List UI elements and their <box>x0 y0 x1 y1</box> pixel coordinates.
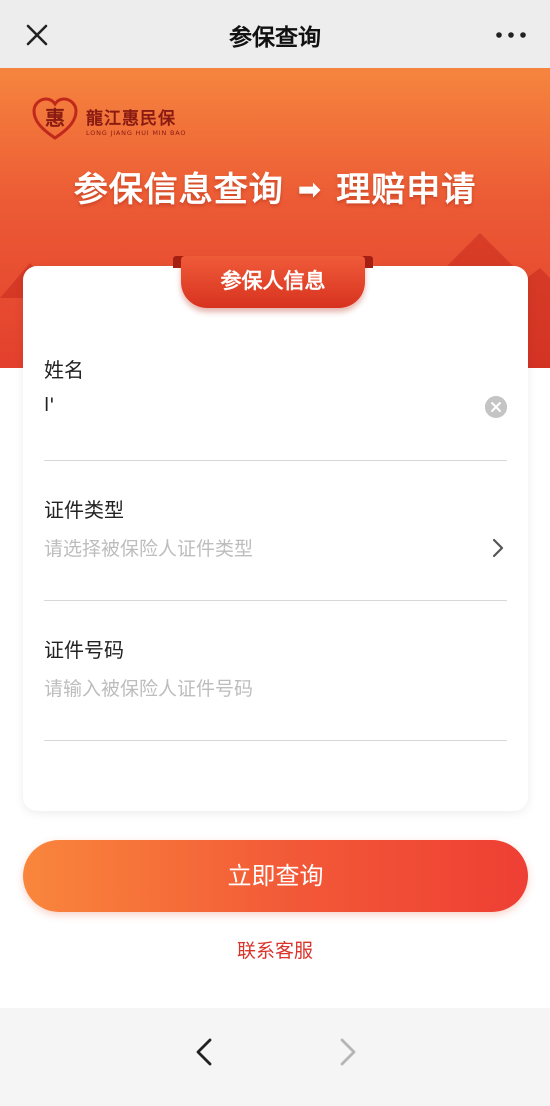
name-field: 姓名 l' <box>44 354 507 464</box>
page-content: 惠 龍江惠民保 LONG JIANG HUI MIN BAO 参保信息查询 ➡ 理赔… <box>0 68 550 1008</box>
logo-chinese-text: 龍江惠民保 <box>86 109 176 129</box>
id-number-input[interactable]: 请输入被保险人证件号码 <box>44 674 507 704</box>
id-type-field[interactable]: 证件类型 请选择被保险人证件类型 <box>44 494 507 604</box>
id-type-label: 证件类型 <box>44 498 124 522</box>
arrow-right-icon: ➡ <box>297 173 323 206</box>
id-number-divider <box>44 740 507 741</box>
id-number-placeholder[interactable]: 请输入被保险人证件号码 <box>44 674 253 701</box>
banner-headline: 参保信息查询 ➡ 理赔申请 <box>0 162 550 211</box>
clear-icon[interactable] <box>485 396 507 418</box>
name-input[interactable]: l' <box>44 394 507 424</box>
top-nav-bar: 参保查询 <box>0 0 550 68</box>
chevron-right-icon[interactable] <box>489 536 507 560</box>
headline-left: 参保信息查询 <box>73 170 284 210</box>
section-ribbon: 参保人信息 <box>173 256 373 326</box>
logo-english-text: LONG JIANG HUI MIN BAO <box>86 129 187 137</box>
name-label: 姓名 <box>44 358 84 382</box>
insured-info-card: 参保人信息 姓名 l' 证件类型 请选择被保险人证件类型 证件号码 请输入被保险… <box>23 256 528 811</box>
page-title: 参保查询 <box>229 25 321 51</box>
forward-icon[interactable] <box>332 1032 362 1072</box>
back-icon[interactable] <box>190 1032 220 1072</box>
brand-logo: 惠 龍江惠民保 LONG JIANG HUI MIN BAO <box>32 96 202 146</box>
id-type-placeholder[interactable]: 请选择被保险人证件类型 <box>44 534 253 561</box>
id-type-select[interactable]: 请选择被保险人证件类型 <box>44 534 507 564</box>
headline-right: 理赔申请 <box>336 170 477 210</box>
section-title: 参保人信息 <box>181 256 365 308</box>
more-icon[interactable] <box>494 20 528 50</box>
logo-mark-icon: 惠 <box>32 97 78 140</box>
logo-mark-text: 惠 <box>45 106 65 130</box>
name-divider <box>44 460 507 461</box>
id-number-label: 证件号码 <box>44 638 124 662</box>
query-button[interactable]: 立即查询 <box>23 840 528 912</box>
id-type-divider <box>44 600 507 601</box>
id-number-field: 证件号码 请输入被保险人证件号码 <box>44 634 507 744</box>
name-value[interactable]: l' <box>44 394 55 416</box>
bottom-nav-bar <box>0 1008 550 1106</box>
contact-service-link[interactable]: 联系客服 <box>0 936 550 963</box>
